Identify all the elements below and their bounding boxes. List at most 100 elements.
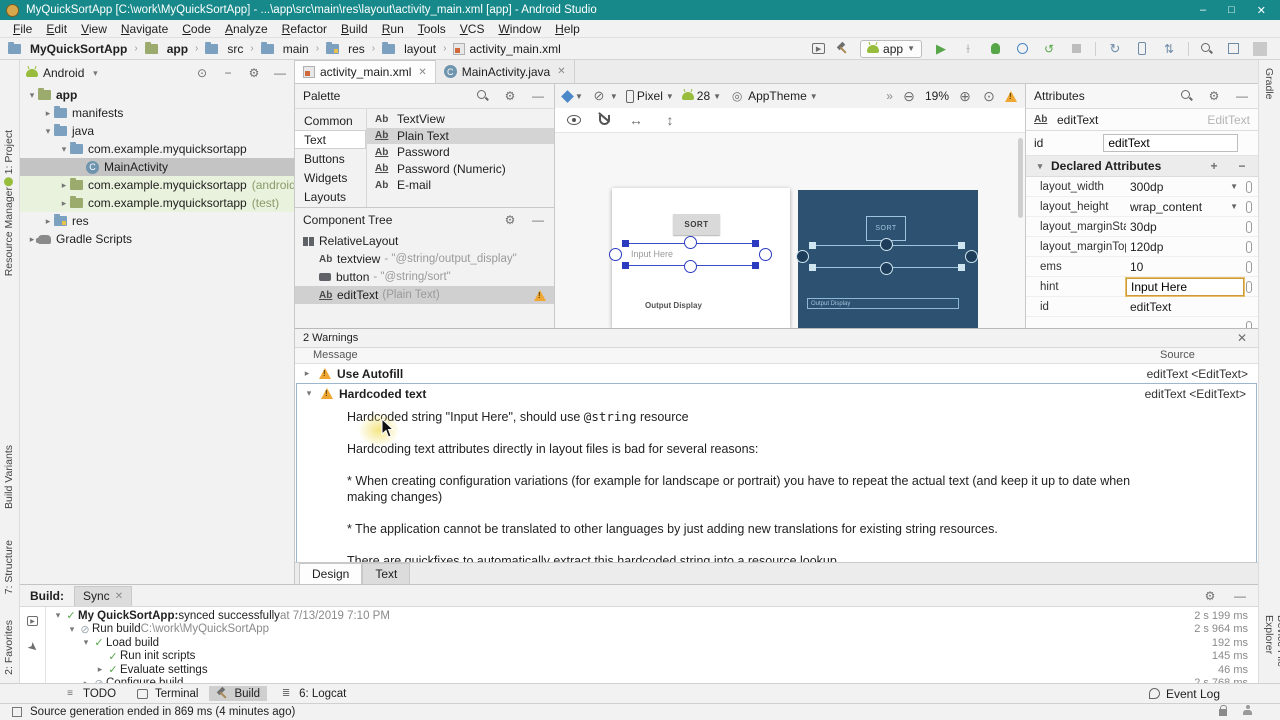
search-everywhere-icon[interactable] bbox=[1200, 42, 1214, 56]
palette-item-textview[interactable]: TextView bbox=[367, 111, 554, 128]
constraint-anchor[interactable] bbox=[609, 248, 622, 261]
component-textview[interactable]: textview - "@string/output_display" bbox=[295, 250, 554, 268]
tool-window-build-variants[interactable]: Build Variants bbox=[3, 445, 15, 509]
hide-panel-icon[interactable]: — bbox=[530, 212, 546, 228]
resize-handle[interactable] bbox=[752, 240, 759, 247]
resource-picker-icon[interactable] bbox=[1246, 241, 1252, 253]
avatar[interactable] bbox=[1252, 41, 1268, 57]
selected-edittext[interactable]: Input Here bbox=[625, 243, 756, 266]
chevron-down-icon[interactable]: ▾ bbox=[303, 388, 315, 399]
autoconnect-icon[interactable] bbox=[599, 115, 610, 125]
project-row-java[interactable]: ▾ java bbox=[20, 122, 294, 140]
chevron-down-icon[interactable]: ▾ bbox=[42, 126, 54, 137]
resource-picker-icon[interactable] bbox=[1246, 321, 1252, 329]
chevron-right-icon[interactable]: ▸ bbox=[42, 108, 54, 119]
warning-source[interactable]: editText <EditText> bbox=[1145, 387, 1246, 401]
resource-picker-icon[interactable] bbox=[1246, 221, 1252, 233]
restart-view-icon[interactable]: ▶ bbox=[25, 613, 41, 629]
tool-window-todo[interactable]: ≡TODO bbox=[55, 685, 123, 703]
chevron-right-icon[interactable]: ▸ bbox=[94, 664, 106, 675]
build-row-load-build[interactable]: ▾ ✓ Load build 192 ms bbox=[46, 636, 1258, 650]
chevron-down-icon[interactable]: ▼ bbox=[1230, 202, 1238, 211]
search-icon[interactable] bbox=[1180, 89, 1194, 103]
close-button[interactable]: ✕ bbox=[1257, 4, 1266, 17]
breadcrumb-main[interactable]: main bbox=[283, 42, 309, 56]
chevron-down-icon[interactable]: ▾ bbox=[52, 610, 64, 621]
stop-button[interactable] bbox=[1068, 41, 1084, 57]
constraint-anchor[interactable] bbox=[684, 260, 697, 273]
attr-row-layout-height[interactable]: layout_height wrap_content ▼ bbox=[1026, 197, 1258, 217]
constraint-anchor[interactable] bbox=[796, 250, 809, 263]
add-attribute-icon[interactable]: + bbox=[1206, 158, 1222, 174]
palette-category-layouts[interactable]: Layouts bbox=[295, 187, 366, 206]
project-row-manifests[interactable]: ▸ manifests bbox=[20, 104, 294, 122]
orientation-select[interactable]: ⊘▼ bbox=[591, 88, 618, 104]
zoom-out-icon[interactable]: ⊖ bbox=[901, 88, 917, 104]
resize-handle[interactable] bbox=[809, 242, 816, 249]
api-select[interactable]: 28▼ bbox=[682, 89, 721, 103]
blueprint-selected-edittext[interactable] bbox=[812, 245, 962, 268]
breadcrumb-app[interactable]: app bbox=[167, 42, 188, 56]
component-edittext[interactable]: editText (Plain Text) bbox=[295, 286, 554, 304]
menu-code[interactable]: Code bbox=[175, 22, 218, 36]
gear-icon[interactable]: ⚙ bbox=[502, 88, 518, 104]
attr-row-id[interactable]: id editText bbox=[1026, 297, 1258, 317]
tool-window-project[interactable]: 1: Project bbox=[3, 130, 15, 186]
palette-item-password[interactable]: Password bbox=[367, 144, 554, 161]
constraint-anchor[interactable] bbox=[880, 262, 893, 275]
component-button[interactable]: button - "@string/sort" bbox=[295, 268, 554, 286]
gear-icon[interactable]: ⚙ bbox=[502, 212, 518, 228]
attr-row-margin-start[interactable]: layout_marginStart 30dp bbox=[1026, 217, 1258, 237]
resize-handle[interactable] bbox=[958, 242, 965, 249]
sync-gradle-icon[interactable]: ↻ bbox=[1107, 41, 1123, 57]
attr-hint-input[interactable] bbox=[1126, 278, 1244, 296]
attr-row-ems[interactable]: ems 10 bbox=[1026, 257, 1258, 277]
breadcrumb-file[interactable]: activity_main.xml bbox=[469, 42, 560, 56]
resize-handle[interactable] bbox=[752, 262, 759, 269]
maximize-button[interactable]: □ bbox=[1228, 4, 1235, 17]
palette-category-buttons[interactable]: Buttons bbox=[295, 149, 366, 168]
declared-attributes-header[interactable]: ▾ Declared Attributes + − bbox=[1026, 156, 1258, 177]
tool-window-terminal[interactable]: Terminal bbox=[127, 685, 205, 703]
tab-design[interactable]: Design bbox=[299, 563, 362, 584]
menu-refactor[interactable]: Refactor bbox=[275, 22, 334, 36]
tool-window-gradle[interactable]: Gradle bbox=[1263, 68, 1275, 100]
gear-icon[interactable]: ⚙ bbox=[1206, 88, 1222, 104]
clear-constraints-icon[interactable]: ↔ bbox=[628, 112, 644, 128]
hide-panel-icon[interactable]: — bbox=[1234, 88, 1250, 104]
pin-icon[interactable]: ➤ bbox=[21, 636, 44, 659]
device-manager-icon[interactable] bbox=[1134, 41, 1150, 57]
run-configuration-select[interactable]: app ▼ bbox=[860, 40, 922, 58]
toolbar-overflow[interactable]: » bbox=[886, 89, 893, 103]
tool-window-logcat[interactable]: ≣6: Logcat bbox=[271, 685, 353, 703]
menu-build[interactable]: Build bbox=[334, 22, 375, 36]
breadcrumb-project[interactable]: MyQuickSortApp bbox=[30, 42, 127, 56]
constraint-anchor[interactable] bbox=[684, 236, 697, 249]
hide-panel-icon[interactable]: — bbox=[530, 88, 546, 104]
column-message[interactable]: Message bbox=[313, 349, 358, 361]
attr-id-input[interactable] bbox=[1103, 134, 1238, 152]
chevron-right-icon[interactable]: ▸ bbox=[58, 180, 70, 191]
menu-window[interactable]: Window bbox=[491, 22, 548, 36]
build-row-run-init-scripts[interactable]: ✓ Run init scripts 145 ms bbox=[46, 650, 1258, 664]
breadcrumb-src[interactable]: src bbox=[227, 42, 243, 56]
menu-navigate[interactable]: Navigate bbox=[114, 22, 175, 36]
project-structure-icon[interactable] bbox=[1225, 41, 1241, 57]
tab-mainactivity-java[interactable]: MainActivity.java ✕ bbox=[436, 60, 575, 83]
avd-manager-icon[interactable]: ⇅ bbox=[1161, 41, 1177, 57]
project-row-package[interactable]: ▾ com.example.myquicksortapp bbox=[20, 140, 294, 158]
menu-vcs[interactable]: VCS bbox=[453, 22, 492, 36]
palette-item-password-numeric[interactable]: Password (Numeric) bbox=[367, 161, 554, 178]
menu-analyze[interactable]: Analyze bbox=[218, 22, 275, 36]
debug-icon[interactable] bbox=[987, 41, 1003, 57]
preview-sort-button[interactable]: SORT bbox=[673, 214, 720, 235]
constraint-anchor[interactable] bbox=[759, 248, 772, 261]
canvas-scrollbar[interactable] bbox=[1018, 138, 1023, 218]
chevron-down-icon[interactable]: ▾ bbox=[66, 624, 78, 635]
column-source[interactable]: Source bbox=[1160, 349, 1195, 361]
warning-source[interactable]: editText <EditText> bbox=[1147, 367, 1248, 381]
design-preview[interactable]: SORT Input Here Output Display bbox=[612, 188, 790, 328]
resize-handle[interactable] bbox=[809, 264, 816, 271]
resize-handle[interactable] bbox=[958, 264, 965, 271]
device-select[interactable]: Pixel▼ bbox=[626, 89, 674, 103]
